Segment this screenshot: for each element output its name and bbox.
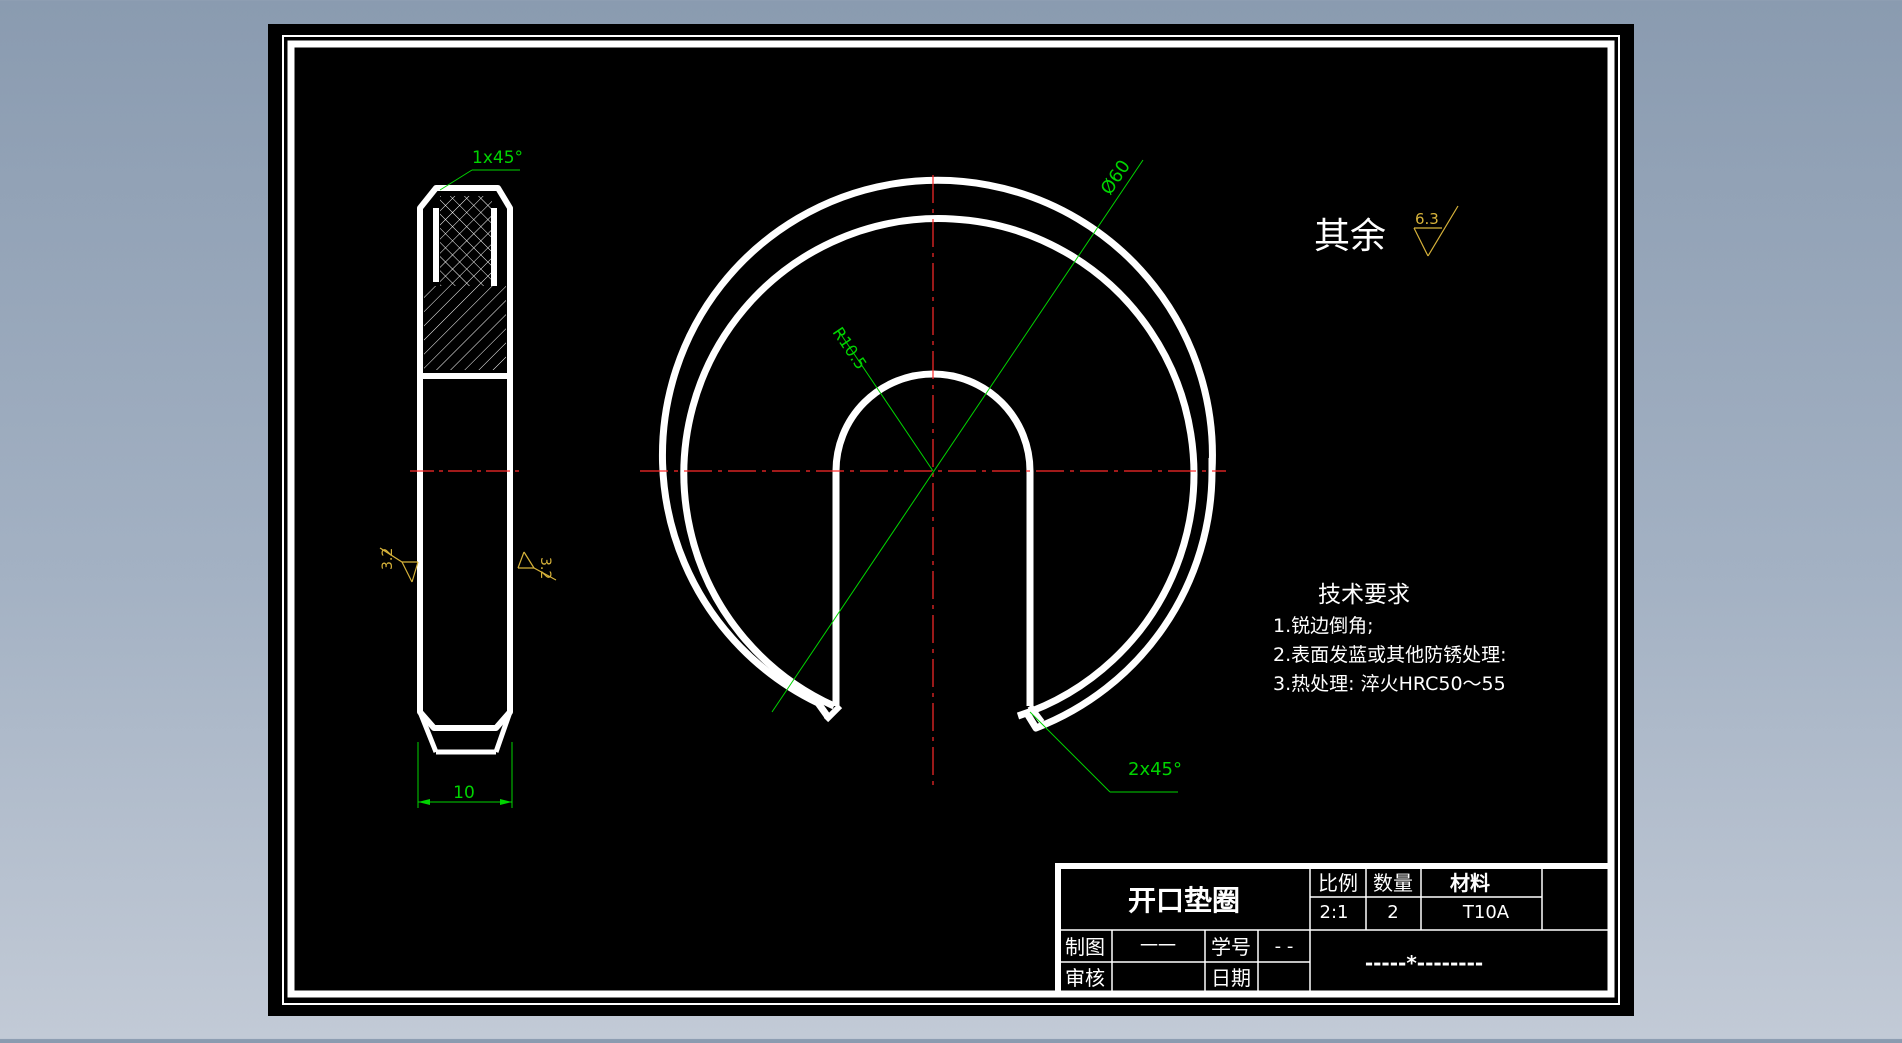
material-value: T10A [1462,902,1510,923]
width-dimension: 10 [453,783,475,803]
general-roughness-value: 6.3 [1415,210,1439,228]
school-text: -----*-------- [1365,951,1483,975]
general-roughness-label: 其余 [1314,216,1386,257]
drawn-by-label: 制图 [1065,935,1105,959]
student-no-value: - - [1275,936,1294,957]
quantity-label: 数量 [1373,871,1413,895]
tech-requirements-title: 技术要求 [1318,582,1410,608]
roughness-left-value: 3.2 [380,548,396,570]
roughness-right-value: 3.2 [537,557,553,579]
tech-requirement-1: 1.锐边倒角; [1273,615,1374,637]
part-name: 开口垫圈 [1128,884,1240,917]
student-no-label: 学号 [1211,935,1251,959]
date-label: 日期 [1211,966,1251,990]
section-hatch [424,286,506,370]
drawn-by-value: 一一 [1140,936,1176,957]
cad-viewport: 10 1x45° 3.2 3.2 Ø60 R10.5 2x45° 其余 6.3 … [0,0,1902,1039]
tech-requirement-3: 3.热处理: 淬火HRC50～55 [1273,673,1506,695]
scale-label: 比例 [1318,871,1358,895]
chamfer-top-dimension: 1x45° [472,148,523,168]
reviewed-label: 审核 [1065,966,1105,990]
drawing-canvas: 10 1x45° 3.2 3.2 Ø60 R10.5 2x45° 其余 6.3 … [268,24,1634,1016]
slot-chamfer-dimension: 2x45° [1128,759,1182,780]
material-label: 材料 [1450,871,1490,895]
quantity-value: 2 [1387,902,1398,923]
tech-requirement-2: 2.表面发蓝或其他防锈处理: [1273,644,1507,666]
section-crosshatch [440,196,492,286]
scale-value: 2:1 [1320,902,1349,923]
